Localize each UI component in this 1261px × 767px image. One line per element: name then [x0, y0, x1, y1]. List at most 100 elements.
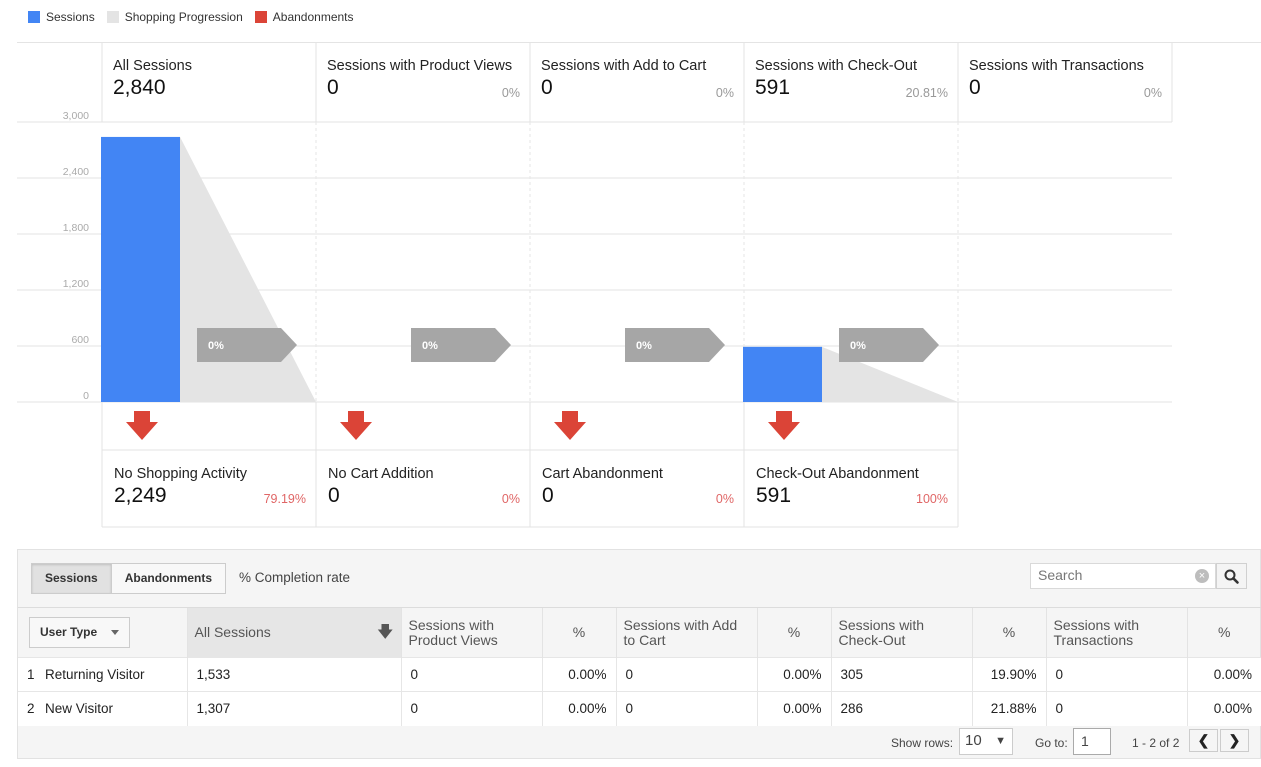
abandonment-check-out[interactable]: Check-Out Abandonment 591 100%	[744, 450, 958, 527]
abandonment-pct: 79.19%	[263, 492, 306, 506]
cell-pct: 0.00%	[541, 657, 616, 692]
abandonment-pct: 100%	[916, 492, 948, 506]
legend-label: Sessions	[46, 10, 95, 24]
search-placeholder: Search	[1038, 567, 1083, 583]
show-rows-select[interactable]: 10 ▼	[959, 728, 1013, 755]
y-tick-label: 600	[71, 334, 89, 346]
abandonment-title: No Cart Addition	[328, 466, 434, 482]
sessions-bar	[101, 136, 180, 402]
abandonment-no-cart[interactable]: No Cart Addition 0 0%	[316, 450, 530, 527]
stage-value: 0	[327, 76, 339, 99]
legend-swatch-abandonments	[254, 11, 267, 23]
col-header-transactions[interactable]: Sessions with Transactions	[1045, 607, 1187, 658]
stage-product-views[interactable]: Sessions with Product Views 0 0%	[316, 42, 530, 122]
clear-icon[interactable]: ×	[1195, 569, 1209, 583]
abandonment-arrow-icon	[126, 411, 158, 440]
stage-title: Sessions with Check-Out	[755, 58, 917, 74]
abandonment-no-shopping[interactable]: No Shopping Activity 2,249 79.19%	[102, 450, 316, 527]
report-table-panel: Sessions Abandonments % Completion rate …	[17, 549, 1261, 759]
next-page-button[interactable]: ❯	[1220, 729, 1249, 752]
stage-check-out[interactable]: Sessions with Check-Out 591 20.81%	[744, 42, 958, 122]
cell-add-to-cart: 0	[615, 657, 757, 692]
row-rank: 1	[27, 667, 35, 682]
search-button[interactable]	[1216, 563, 1247, 589]
stage-title: Sessions with Add to Cart	[541, 58, 707, 74]
cell-pct: 0.00%	[756, 657, 831, 692]
chevron-left-icon: ❮	[1197, 732, 1210, 748]
page-range: 1 - 2 of 2	[1132, 736, 1180, 750]
stage-all-sessions[interactable]: All Sessions 2,840	[102, 42, 316, 122]
search-icon	[1224, 569, 1239, 584]
dropdown-arrow-icon: ▼	[995, 735, 1006, 747]
cell-add-to-cart: 0	[615, 691, 757, 726]
legend-swatch-sessions	[28, 11, 40, 23]
chevron-down-icon	[111, 630, 120, 635]
legend-abandonments[interactable]: Abandonments	[254, 10, 354, 24]
abandonments-tab[interactable]: Abandonments	[111, 563, 227, 594]
completion-rate-label[interactable]: % Completion rate	[239, 570, 350, 585]
legend-sessions[interactable]: Sessions	[28, 10, 95, 24]
abandonment-arrow-icon	[340, 411, 372, 440]
cell-pct: 0.00%	[1186, 691, 1261, 726]
progression-label: 0%	[422, 340, 438, 352]
prev-page-button[interactable]: ❮	[1189, 729, 1218, 752]
table-header-row: User Type All Sessions 🡇 Sessions with P…	[18, 607, 1261, 658]
cell-pct: 21.88%	[971, 691, 1046, 726]
rows-value: 10	[965, 732, 982, 749]
row-name[interactable]: Returning Visitor	[45, 667, 145, 682]
cell-all-sessions: 1,533	[186, 657, 401, 692]
stage-pct: 0%	[501, 86, 520, 100]
col-header-all-sessions[interactable]: All Sessions 🡇	[186, 607, 401, 658]
col-header-product-views[interactable]: Sessions with Product Views	[400, 607, 542, 658]
stage-pct: 0%	[715, 86, 734, 100]
abandonment-value: 0	[328, 484, 340, 507]
stage-transactions[interactable]: Sessions with Transactions 0 0%	[958, 42, 1172, 122]
chevron-right-icon: ❯	[1228, 732, 1241, 748]
metric-toggle: Sessions Abandonments	[31, 563, 227, 594]
col-header-pct[interactable]: %	[541, 607, 616, 658]
table-footer: Show rows: 10 ▼ Go to: 1 1 - 2 of 2 ❮ ❯	[18, 726, 1260, 759]
legend-shopping-progression[interactable]: Shopping Progression	[106, 10, 243, 24]
y-tick-label: 3,000	[63, 110, 89, 122]
abandonment-arrow-icon	[554, 411, 586, 440]
cell-pct: 19.90%	[971, 657, 1046, 692]
stage-pct: 20.81%	[905, 86, 948, 100]
col-header-check-out[interactable]: Sessions with Check-Out	[830, 607, 972, 658]
col-header-pct[interactable]: %	[756, 607, 831, 658]
table-row: 1 Returning Visitor 1,533 0 0.00% 0 0.00%…	[18, 657, 1261, 692]
col-header-pct[interactable]: %	[1186, 607, 1261, 658]
y-tick-label: 2,400	[63, 166, 89, 178]
progression-label: 0%	[850, 340, 866, 352]
cell-pct: 0.00%	[1186, 657, 1261, 692]
y-tick-label: 1,200	[63, 278, 89, 290]
abandonment-pct: 0%	[501, 492, 520, 506]
row-name[interactable]: New Visitor	[45, 701, 113, 716]
legend-swatch-progression	[106, 11, 119, 23]
user-type-dropdown[interactable]: User Type	[29, 617, 131, 648]
legend-label: Abandonments	[272, 10, 354, 24]
search-input[interactable]: Search ×	[1030, 563, 1216, 589]
row-rank: 2	[27, 701, 35, 717]
progression-label: 0%	[208, 340, 224, 352]
goto-input[interactable]: 1	[1073, 728, 1111, 755]
stage-title: Sessions with Product Views	[327, 58, 513, 74]
goto-label: Go to:	[1035, 736, 1068, 750]
cell-all-sessions: 1,307	[186, 691, 401, 726]
stage-pct: 0%	[1143, 86, 1162, 100]
sessions-tab[interactable]: Sessions	[31, 563, 112, 594]
abandonment-title: No Shopping Activity	[114, 466, 247, 482]
progression-label: 0%	[636, 340, 652, 352]
cell-pct: 0.00%	[541, 691, 616, 726]
legend-label: Shopping Progression	[124, 10, 243, 24]
cell-pct: 0.00%	[756, 691, 831, 726]
cell-check-out: 286	[830, 691, 972, 726]
show-rows-label: Show rows:	[891, 736, 954, 750]
col-header-add-to-cart[interactable]: Sessions with Add to Cart	[615, 607, 757, 658]
stage-add-to-cart[interactable]: Sessions with Add to Cart 0 0%	[530, 42, 744, 122]
abandonment-cart[interactable]: Cart Abandonment 0 0%	[530, 450, 744, 527]
shopping-funnel: 3,000 2,400 1,800 1,200 600 0 0% 0% 0% 0% All Ses…	[0, 42, 1261, 532]
chart-legend: Sessions Shopping Progression Abandonmen…	[28, 10, 366, 24]
dimension-label: User Type	[40, 625, 98, 639]
col-header-pct[interactable]: %	[971, 607, 1046, 658]
abandonment-value: 0	[542, 484, 554, 507]
